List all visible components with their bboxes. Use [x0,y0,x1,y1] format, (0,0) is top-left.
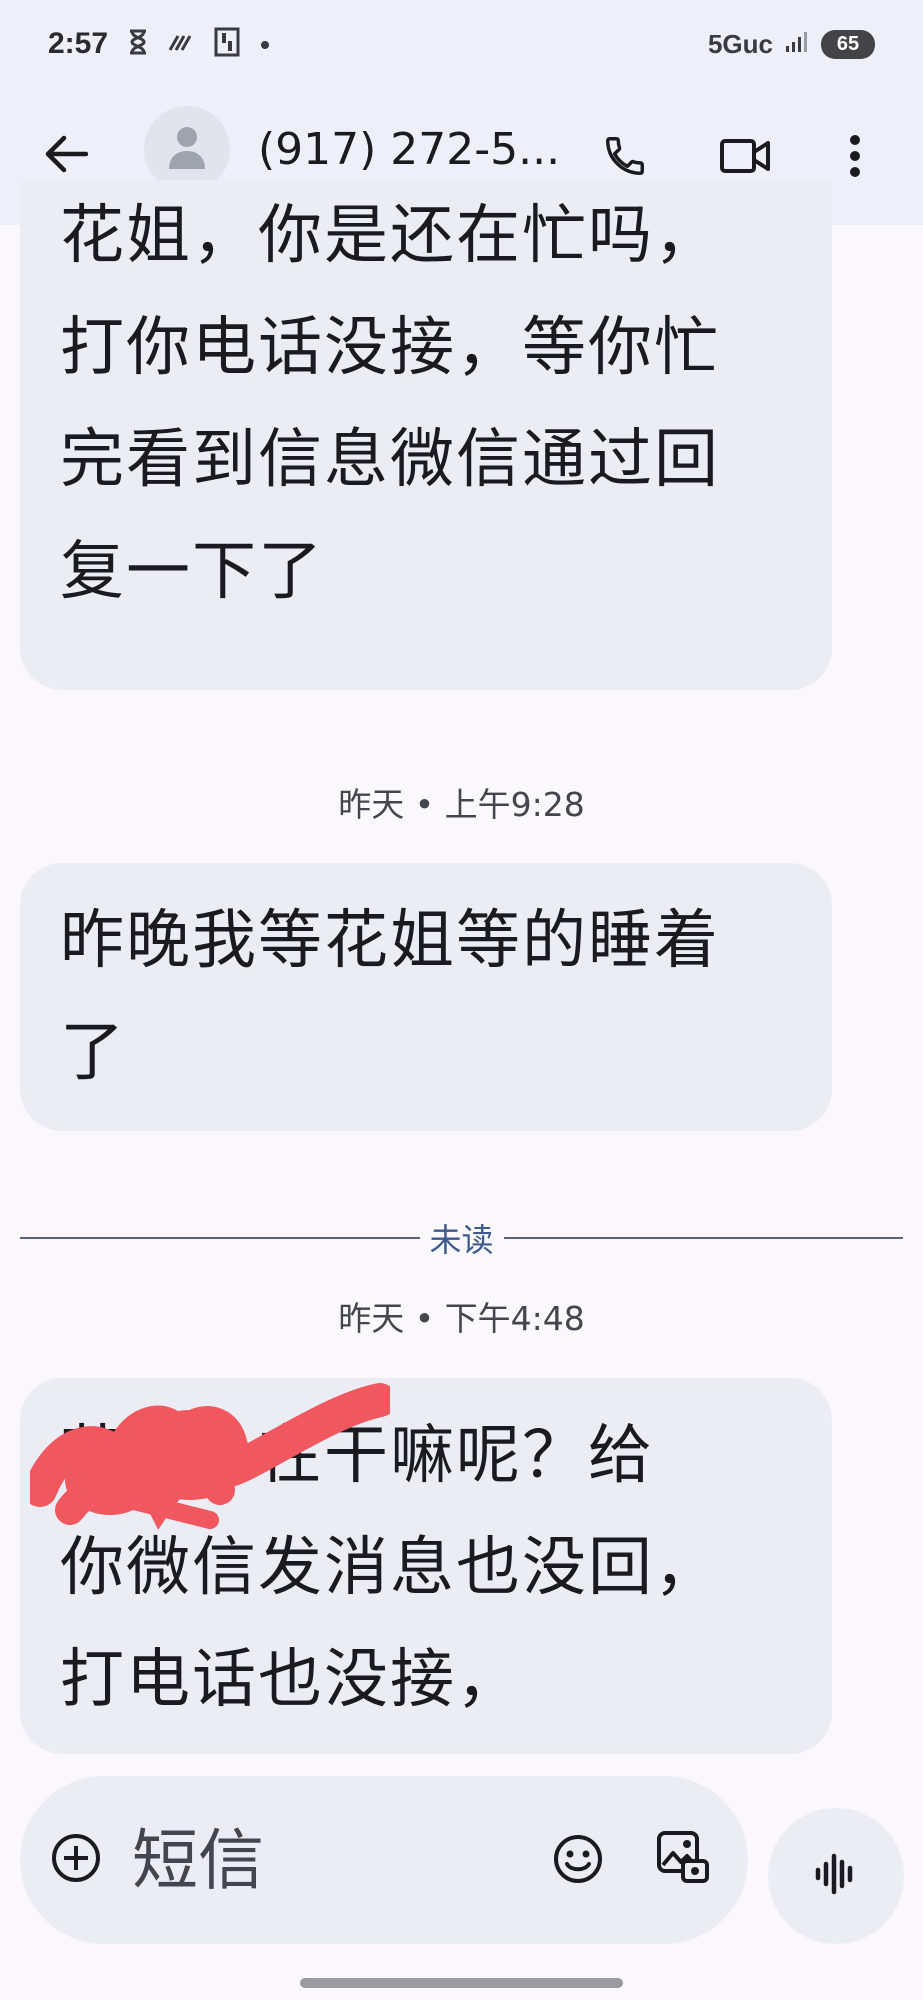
timestamp-separator: • [414,785,445,824]
signal-bars-icon [785,30,809,58]
message-input[interactable] [132,1804,532,1916]
status-time: 2:57 [48,27,109,60]
timestamp-separator: • [414,1299,445,1338]
message-bubble[interactable]: 花姐，你是还在忙吗， 打你电话没接，等你忙 完看到信息微信通过回 复一下了 [20,180,832,690]
signal-hatch-icon [168,32,194,56]
sim-icon [214,27,240,61]
emoji-icon [552,1833,604,1889]
network-label: 5Guc [707,28,773,59]
divider-line [20,1237,420,1239]
person-icon [169,125,205,173]
message-composer [20,1776,748,1944]
arrow-back-icon [44,134,89,178]
add-attachment-button[interactable] [48,1832,104,1888]
message-timestamp: 昨天 • 上午9:28 [0,778,923,826]
unread-divider: 未读 [20,1218,904,1259]
message-text: 昨晚我等花姐等的睡着 了 [60,904,720,1090]
notification-dot-icon [260,35,270,54]
gallery-icon [655,1829,711,1889]
video-call-icon [719,138,771,178]
message-bubble[interactable]: 花姐，在干嘛呢？给 你微信发消息也没回， 打电话也没接， [20,1378,832,1754]
message-timestamp: 昨天 • 下午4:48 [0,1292,923,1340]
message-text: 花姐，在干嘛呢？给 你微信发消息也没回， 打电话也没接， [60,1419,720,1717]
phone-icon [602,133,648,183]
message-text: 花姐，你是还在忙吗， 打你电话没接，等你忙 完看到信息微信通过回 复一下了 [60,199,720,609]
emoji-button[interactable] [545,1828,611,1894]
contact-name[interactable]: (917) 272-5... [258,124,558,175]
hourglass-icon [128,29,148,59]
battery-indicator: 65 [821,29,875,59]
add-icon [50,1832,102,1888]
voice-message-button[interactable] [768,1808,904,1944]
home-indicator[interactable] [300,1978,623,1988]
unread-label: 未读 [429,1221,494,1259]
voice-icon [812,1850,860,1902]
message-bubble[interactable]: 昨晚我等花姐等的睡着 了 [20,863,832,1131]
timestamp-time: 上午9:28 [444,785,585,824]
more-vert-icon [849,134,861,182]
timestamp-day: 昨天 [338,1299,405,1338]
divider-line [503,1237,904,1239]
status-bar: 2:57 5Guc 65 [0,0,923,88]
timestamp-day: 昨天 [338,785,405,824]
gallery-button[interactable] [650,1826,716,1892]
timestamp-time: 下午4:48 [444,1299,585,1338]
